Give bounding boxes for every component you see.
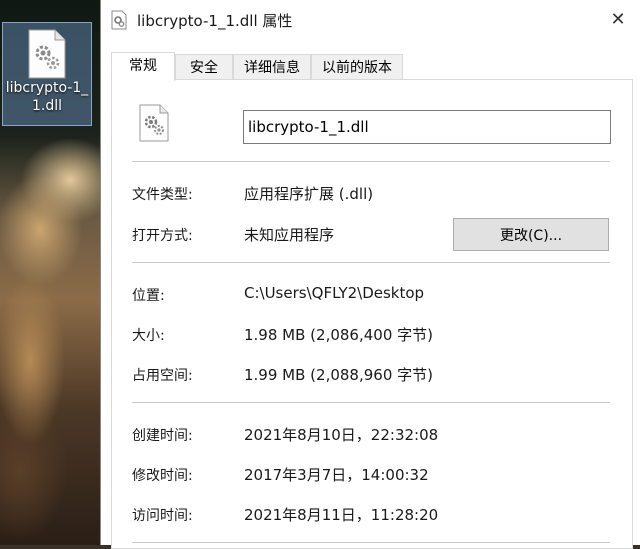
separator bbox=[132, 262, 610, 263]
file-type-label: 文件类型: bbox=[132, 187, 193, 203]
modified-value: 2017年3月7日，14:00:32 bbox=[244, 466, 429, 484]
modified-label: 修改时间: bbox=[132, 468, 193, 484]
filename-input[interactable] bbox=[243, 110, 611, 144]
size-value: 1.98 MB (2,086,400 字节) bbox=[244, 326, 433, 344]
title-bar[interactable]: libcrypto-1_1.dll 属性 ✕ bbox=[101, 0, 640, 40]
file-type-value: 应用程序扩展 (.dll) bbox=[244, 185, 374, 203]
dll-title-icon bbox=[111, 10, 127, 30]
change-button[interactable]: 更改(C)... bbox=[453, 218, 609, 251]
size-on-disk-label: 占用空间: bbox=[132, 368, 193, 384]
dll-file-icon bbox=[28, 29, 66, 79]
close-button[interactable]: ✕ bbox=[604, 6, 632, 34]
open-with-label: 打开方式: bbox=[132, 228, 193, 244]
dll-gear-file-icon bbox=[139, 104, 169, 142]
tab-previous-versions[interactable]: 以前的版本 bbox=[311, 54, 403, 80]
size-on-disk-value: 1.99 MB (2,088,960 字节) bbox=[244, 366, 433, 384]
accessed-label: 访问时间: bbox=[132, 508, 193, 524]
location-value: C:\Users\QFLY2\Desktop bbox=[244, 284, 425, 302]
separator bbox=[132, 161, 610, 162]
desktop-file-label: libcrypto-1_1.dll bbox=[5, 80, 89, 114]
desktop-file-icon-selected[interactable]: libcrypto-1_1.dll bbox=[2, 22, 92, 126]
separator bbox=[132, 542, 610, 543]
accessed-value: 2021年8月11日，11:28:20 bbox=[244, 506, 439, 524]
properties-dialog: libcrypto-1_1.dll 属性 ✕ 常规 安全 详细信息 以前的版本 … bbox=[100, 0, 640, 549]
dialog-title: libcrypto-1_1.dll 属性 bbox=[137, 12, 293, 30]
close-icon: ✕ bbox=[610, 9, 626, 30]
tab-details[interactable]: 详细信息 bbox=[233, 54, 311, 80]
general-panel: 文件类型: 应用程序扩展 (.dll) 打开方式: 未知应用程序 更改(C)..… bbox=[111, 79, 633, 549]
open-with-value: 未知应用程序 bbox=[244, 226, 335, 244]
created-value: 2021年8月10日，22:32:08 bbox=[244, 426, 439, 444]
created-label: 创建时间: bbox=[132, 428, 193, 444]
size-label: 大小: bbox=[132, 328, 165, 344]
tab-security[interactable]: 安全 bbox=[175, 54, 233, 80]
separator bbox=[132, 402, 610, 403]
tab-general[interactable]: 常规 bbox=[111, 52, 175, 81]
location-label: 位置: bbox=[132, 288, 165, 304]
